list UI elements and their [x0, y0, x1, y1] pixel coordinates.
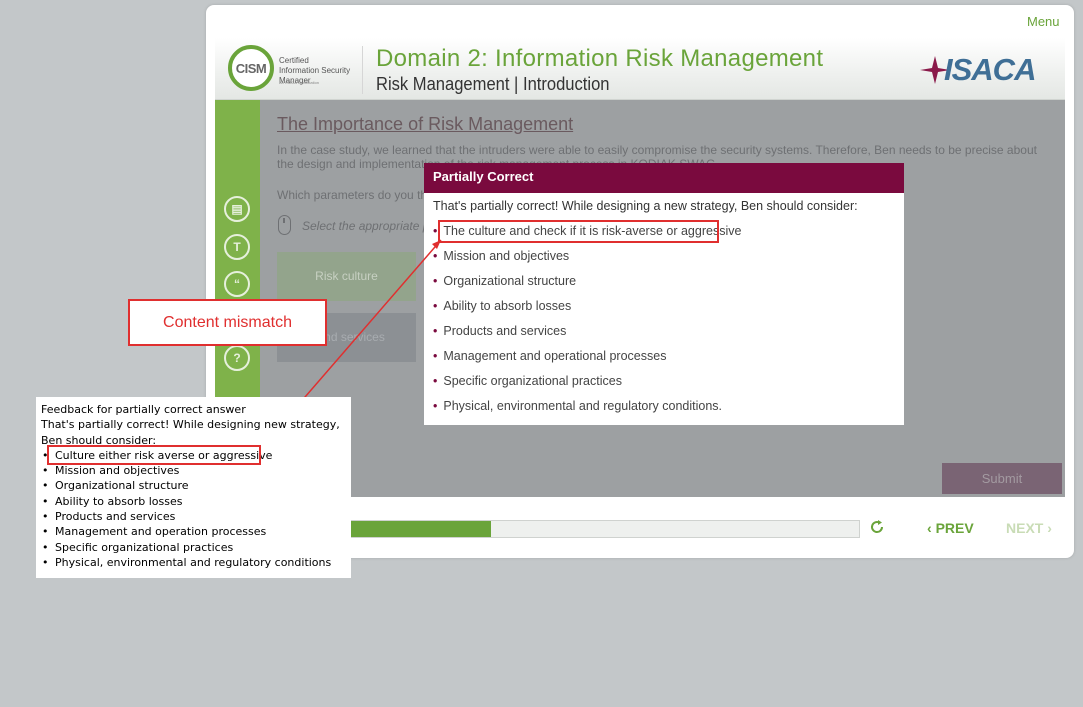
reference-note: Feedback for partially correct answer Th…: [36, 397, 351, 578]
note-highlight-box: [47, 445, 261, 465]
content-question: Which parameters do you think: [277, 188, 443, 202]
cism-logo: CISM: [228, 45, 274, 91]
list-item: • Ability to absorb losses: [433, 299, 572, 313]
modal-list: • The culture and check if it is risk-ave…: [433, 224, 741, 424]
prev-label: PREV: [935, 520, 974, 536]
progress-bar: [300, 520, 860, 538]
header-divider: [362, 46, 363, 94]
cism-logo-tagline: An ISACA Certification: [279, 80, 320, 85]
note-item: Specific organizational practices: [41, 540, 351, 556]
mouse-icon: [278, 215, 291, 235]
note-item: Ability to absorb losses: [41, 494, 351, 510]
modal-title: Partially Correct: [424, 163, 904, 193]
modal-intro: That's partially correct! While designin…: [433, 199, 858, 213]
text-icon[interactable]: T: [224, 234, 250, 260]
feedback-modal: Partially Correct That's partially corre…: [424, 163, 904, 425]
content-instruction: Select the appropriate pa: [302, 219, 437, 233]
list-item: • Management and operational processes: [433, 349, 667, 363]
note-item: Management and operation processes: [41, 524, 351, 540]
chevron-left-icon: ‹: [927, 520, 936, 536]
option-risk-culture[interactable]: Risk culture: [277, 252, 416, 301]
page-title: Domain 2: Information Risk Management: [376, 45, 824, 72]
isaca-logo-text: ISACA: [944, 52, 1036, 87]
content-title: The Importance of Risk Management: [277, 114, 574, 134]
cism-logo-text: CISM: [235, 61, 267, 76]
note-item: Mission and objectives: [41, 463, 351, 479]
modal-highlight-box: [438, 220, 719, 243]
note-item: Products and services: [41, 509, 351, 525]
note-heading: Feedback for partially correct answer: [41, 403, 246, 416]
list-item: • Physical, environmental and regulatory …: [433, 399, 723, 413]
annotation-callout: Content mismatch: [128, 299, 327, 346]
list-item: • Products and services: [433, 324, 567, 338]
note-item: Organizational structure: [41, 478, 351, 494]
list-item: • Organizational structure: [433, 274, 577, 288]
notes-icon[interactable]: ▤: [224, 196, 250, 222]
help-icon[interactable]: ?: [224, 345, 250, 371]
menu-link[interactable]: Menu: [1027, 14, 1060, 29]
next-label: NEXT: [1006, 520, 1044, 536]
next-button[interactable]: NEXT ›: [1006, 520, 1052, 536]
quote-icon[interactable]: “: [224, 271, 250, 297]
page-subtitle: Risk Management | Introduction: [376, 74, 610, 94]
note-item: Physical, environmental and regulatory c…: [41, 555, 351, 571]
list-item: • Mission and objectives: [433, 249, 570, 263]
prev-button[interactable]: ‹ PREV: [927, 520, 974, 536]
submit-button[interactable]: Submit: [942, 463, 1062, 494]
note-intro: That's partially correct! While designin…: [41, 418, 340, 447]
chevron-right-icon: ›: [1043, 520, 1052, 536]
list-item: • Specific organizational practices: [433, 374, 622, 388]
isaca-logo: ISACA: [920, 52, 1040, 88]
reload-icon[interactable]: [868, 518, 886, 536]
